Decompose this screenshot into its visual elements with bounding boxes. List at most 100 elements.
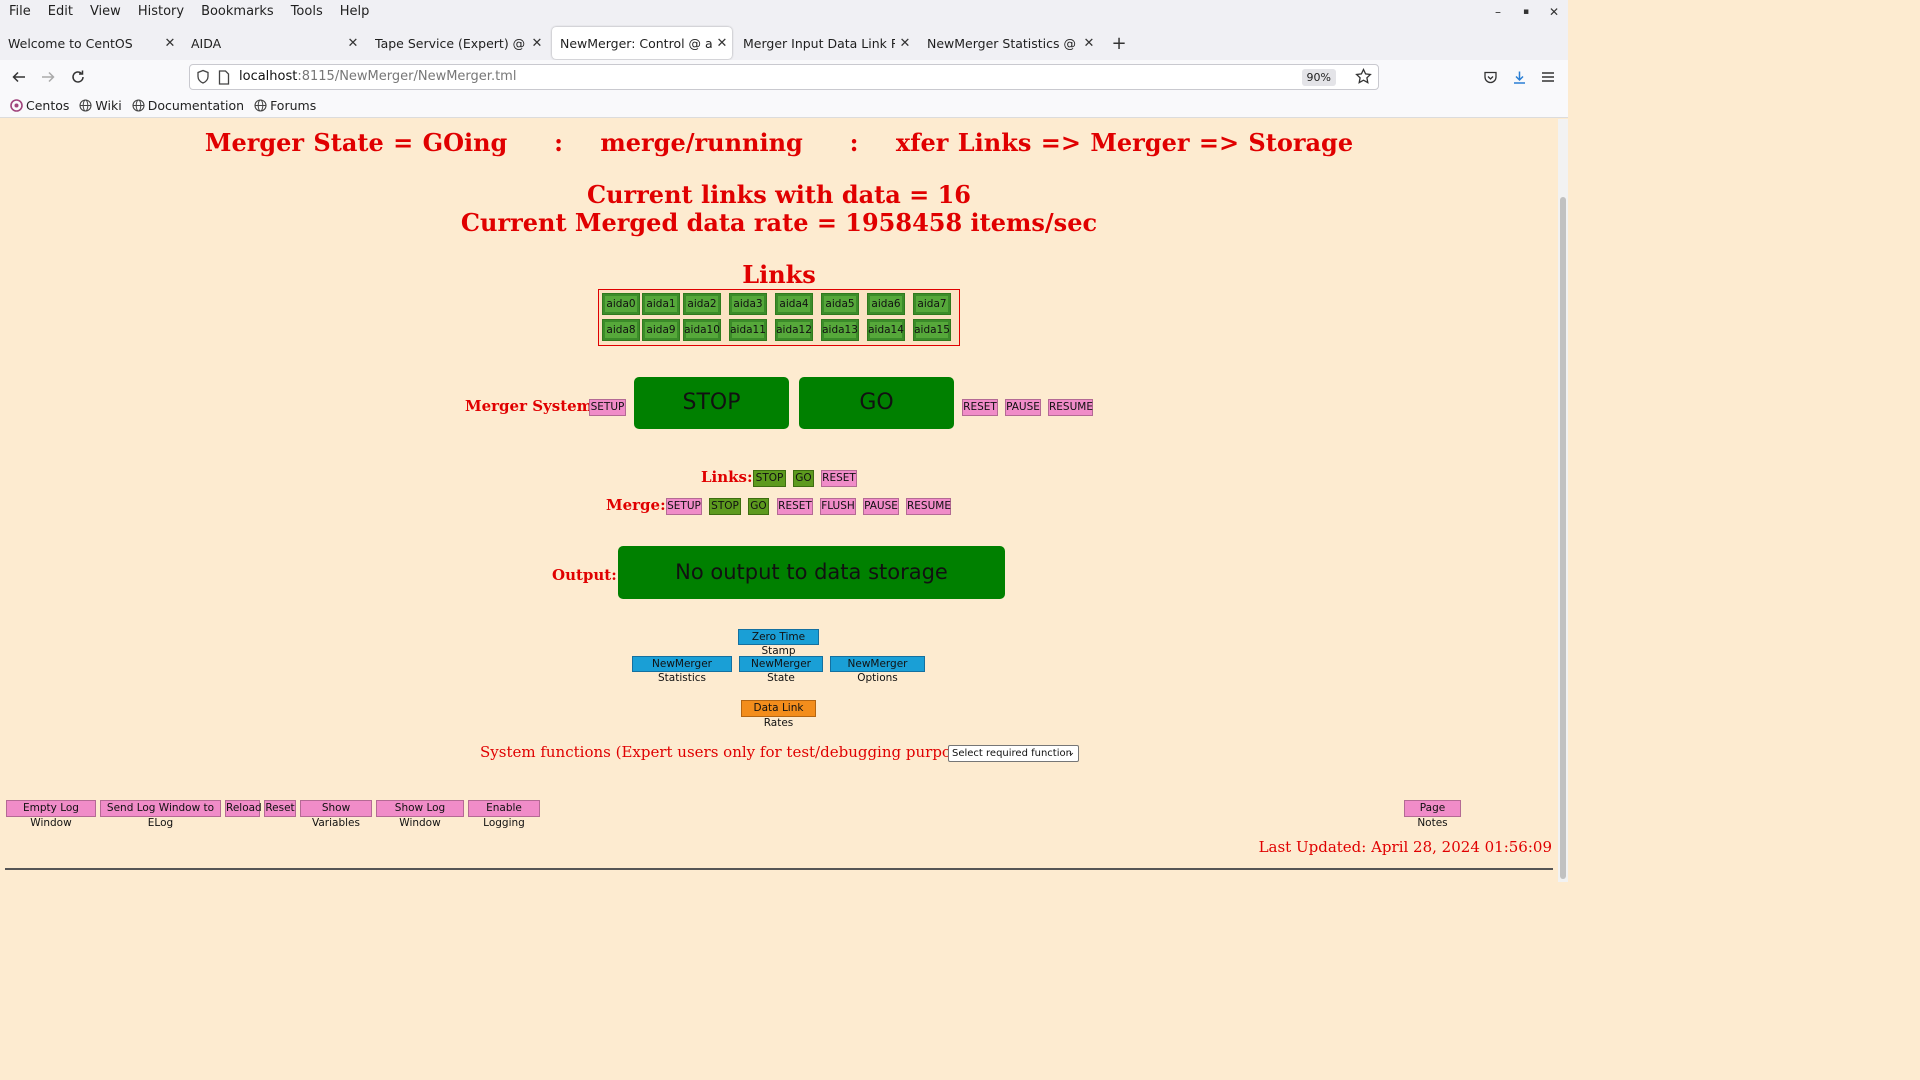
- merge-stop-button[interactable]: STOP: [709, 498, 741, 515]
- tab-label: AIDA: [191, 35, 222, 51]
- centos-icon: [10, 99, 23, 112]
- merger-system-pause-button[interactable]: PAUSE: [1005, 399, 1041, 416]
- link-aida12[interactable]: aida12: [775, 319, 813, 341]
- link-aida0[interactable]: aida0: [602, 293, 640, 315]
- merger-system-setup-button[interactable]: SETUP: [589, 399, 626, 416]
- menu-bookmarks[interactable]: Bookmarks: [192, 0, 282, 24]
- merger-system-stop-button[interactable]: STOP: [634, 377, 789, 429]
- merger-system-reset-button[interactable]: RESET: [962, 399, 998, 416]
- merge-setup-button[interactable]: SETUP: [666, 498, 702, 515]
- output-status-button[interactable]: No output to data storage: [618, 546, 1005, 599]
- link-aida7[interactable]: aida7: [913, 293, 951, 315]
- page-scrollbar[interactable]: [1558, 119, 1568, 882]
- tab-merger-input-rates[interactable]: Merger Input Data Link Rates ✕: [735, 27, 915, 59]
- shield-icon[interactable]: [196, 69, 210, 89]
- address-bar[interactable]: localhost:8115/NewMerger/NewMerger.tml 9…: [189, 64, 1379, 90]
- page-icon[interactable]: [218, 70, 230, 89]
- enable-logging-button[interactable]: Enable Logging: [468, 800, 540, 829]
- menu-edit[interactable]: Edit: [39, 0, 81, 24]
- close-icon[interactable]: ✕: [895, 36, 915, 51]
- menu-bar: File Edit View History Bookmarks Tools H…: [0, 0, 1568, 24]
- bookmark-wiki[interactable]: Wiki: [79, 98, 122, 113]
- link-aida5[interactable]: aida5: [821, 293, 859, 315]
- merger-system-go-button[interactable]: GO: [799, 377, 954, 429]
- link-aida2[interactable]: aida2: [683, 293, 721, 315]
- link-aida4[interactable]: aida4: [775, 293, 813, 315]
- menu-tools[interactable]: Tools: [282, 0, 331, 24]
- page-notes-button[interactable]: Page Notes: [1404, 800, 1461, 829]
- downloads-icon[interactable]: [1507, 65, 1531, 89]
- merge-go-button[interactable]: GO: [748, 498, 769, 515]
- minimize-button[interactable]: –: [1484, 0, 1512, 24]
- merge-pause-button[interactable]: PAUSE: [863, 498, 899, 515]
- merged-data-rate-heading: Current Merged data rate = 1958458 items…: [460, 208, 1098, 237]
- links-go-button[interactable]: GO: [793, 470, 814, 487]
- bookmark-centos[interactable]: Centos: [10, 98, 69, 113]
- hamburger-menu-icon[interactable]: [1536, 65, 1560, 89]
- close-icon[interactable]: ✕: [343, 36, 363, 51]
- divider: [5, 868, 1553, 870]
- tab-tape-service[interactable]: Tape Service (Expert) @ aidas ✕: [367, 27, 547, 59]
- link-aida14[interactable]: aida14: [867, 319, 905, 341]
- select-value: Select required function: [952, 748, 1072, 759]
- close-icon[interactable]: ✕: [712, 36, 732, 51]
- tab-aida[interactable]: AIDA ✕: [183, 27, 363, 59]
- close-icon[interactable]: ✕: [160, 36, 180, 51]
- merger-system-resume-button[interactable]: RESUME: [1048, 399, 1093, 416]
- link-aida9[interactable]: aida9: [642, 319, 680, 341]
- zero-time-stamp-button[interactable]: Zero Time Stamp: [738, 629, 819, 657]
- bookmark-forums[interactable]: Forums: [254, 98, 316, 113]
- link-aida13[interactable]: aida13: [821, 319, 859, 341]
- empty-log-window-button[interactable]: Empty Log Window: [6, 800, 96, 829]
- links-reset-button[interactable]: RESET: [821, 470, 857, 487]
- menu-history[interactable]: History: [129, 0, 192, 24]
- menu-file[interactable]: File: [0, 0, 39, 24]
- tab-newmerger-control[interactable]: NewMerger: Control @ aidas ✕: [552, 27, 732, 59]
- links-stop-button[interactable]: STOP: [753, 470, 786, 487]
- new-tab-button[interactable]: +: [1108, 27, 1130, 59]
- url-text[interactable]: localhost:8115/NewMerger/NewMerger.tml: [239, 65, 516, 89]
- reload-icon[interactable]: [66, 65, 90, 89]
- url-host: localhost: [239, 69, 298, 84]
- bookmark-documentation[interactable]: Documentation: [132, 98, 244, 113]
- link-aida15[interactable]: aida15: [913, 319, 951, 341]
- show-variables-button[interactable]: Show Variables: [300, 800, 372, 829]
- zoom-level-badge[interactable]: 90%: [1301, 69, 1336, 86]
- back-icon[interactable]: [7, 65, 31, 89]
- link-aida10[interactable]: aida10: [683, 319, 721, 341]
- merge-resume-button[interactable]: RESUME: [906, 498, 951, 515]
- show-log-window-button[interactable]: Show Log Window: [376, 800, 464, 829]
- tab-newmerger-statistics[interactable]: NewMerger Statistics @ aidas ✕: [919, 27, 1099, 59]
- reload-button[interactable]: Reload: [225, 800, 262, 817]
- scrollbar-thumb[interactable]: [1560, 197, 1566, 879]
- pocket-icon[interactable]: [1478, 65, 1502, 89]
- globe-icon: [254, 99, 267, 112]
- newmerger-options-button[interactable]: NewMerger Options: [830, 656, 925, 684]
- close-icon[interactable]: ✕: [1079, 36, 1099, 51]
- newmerger-state-button[interactable]: NewMerger State: [739, 656, 823, 684]
- merge-flush-button[interactable]: FLUSH: [820, 498, 856, 515]
- menu-help[interactable]: Help: [331, 0, 378, 24]
- link-aida11[interactable]: aida11: [729, 319, 767, 341]
- menu-view[interactable]: View: [81, 0, 129, 24]
- send-log-to-elog-button[interactable]: Send Log Window to ELog: [100, 800, 221, 829]
- close-icon[interactable]: ✕: [527, 36, 547, 51]
- maximize-button[interactable]: ▪: [1512, 0, 1540, 24]
- forward-icon[interactable]: [36, 65, 60, 89]
- close-window-button[interactable]: ✕: [1540, 0, 1568, 24]
- star-icon[interactable]: [1355, 67, 1372, 89]
- link-aida1[interactable]: aida1: [642, 293, 680, 315]
- reset-button[interactable]: Reset: [264, 800, 296, 817]
- page-content: Merger State = GOing : merge/running : x…: [0, 119, 1558, 882]
- system-function-select[interactable]: Select required function ⌄: [948, 745, 1079, 762]
- merge-reset-button[interactable]: RESET: [777, 498, 813, 515]
- tab-welcome-centos[interactable]: Welcome to CentOS ✕: [0, 27, 180, 59]
- data-link-rates-button[interactable]: Data Link Rates: [741, 700, 816, 729]
- link-aida3[interactable]: aida3: [729, 293, 767, 315]
- link-aida8[interactable]: aida8: [602, 319, 640, 341]
- system-functions-label: System functions (Expert users only for …: [480, 743, 1000, 761]
- newmerger-statistics-button[interactable]: NewMerger Statistics: [632, 656, 732, 684]
- output-label: Output:: [552, 566, 617, 584]
- link-aida6[interactable]: aida6: [867, 293, 905, 315]
- merge-control-label: Merge:: [606, 496, 666, 514]
